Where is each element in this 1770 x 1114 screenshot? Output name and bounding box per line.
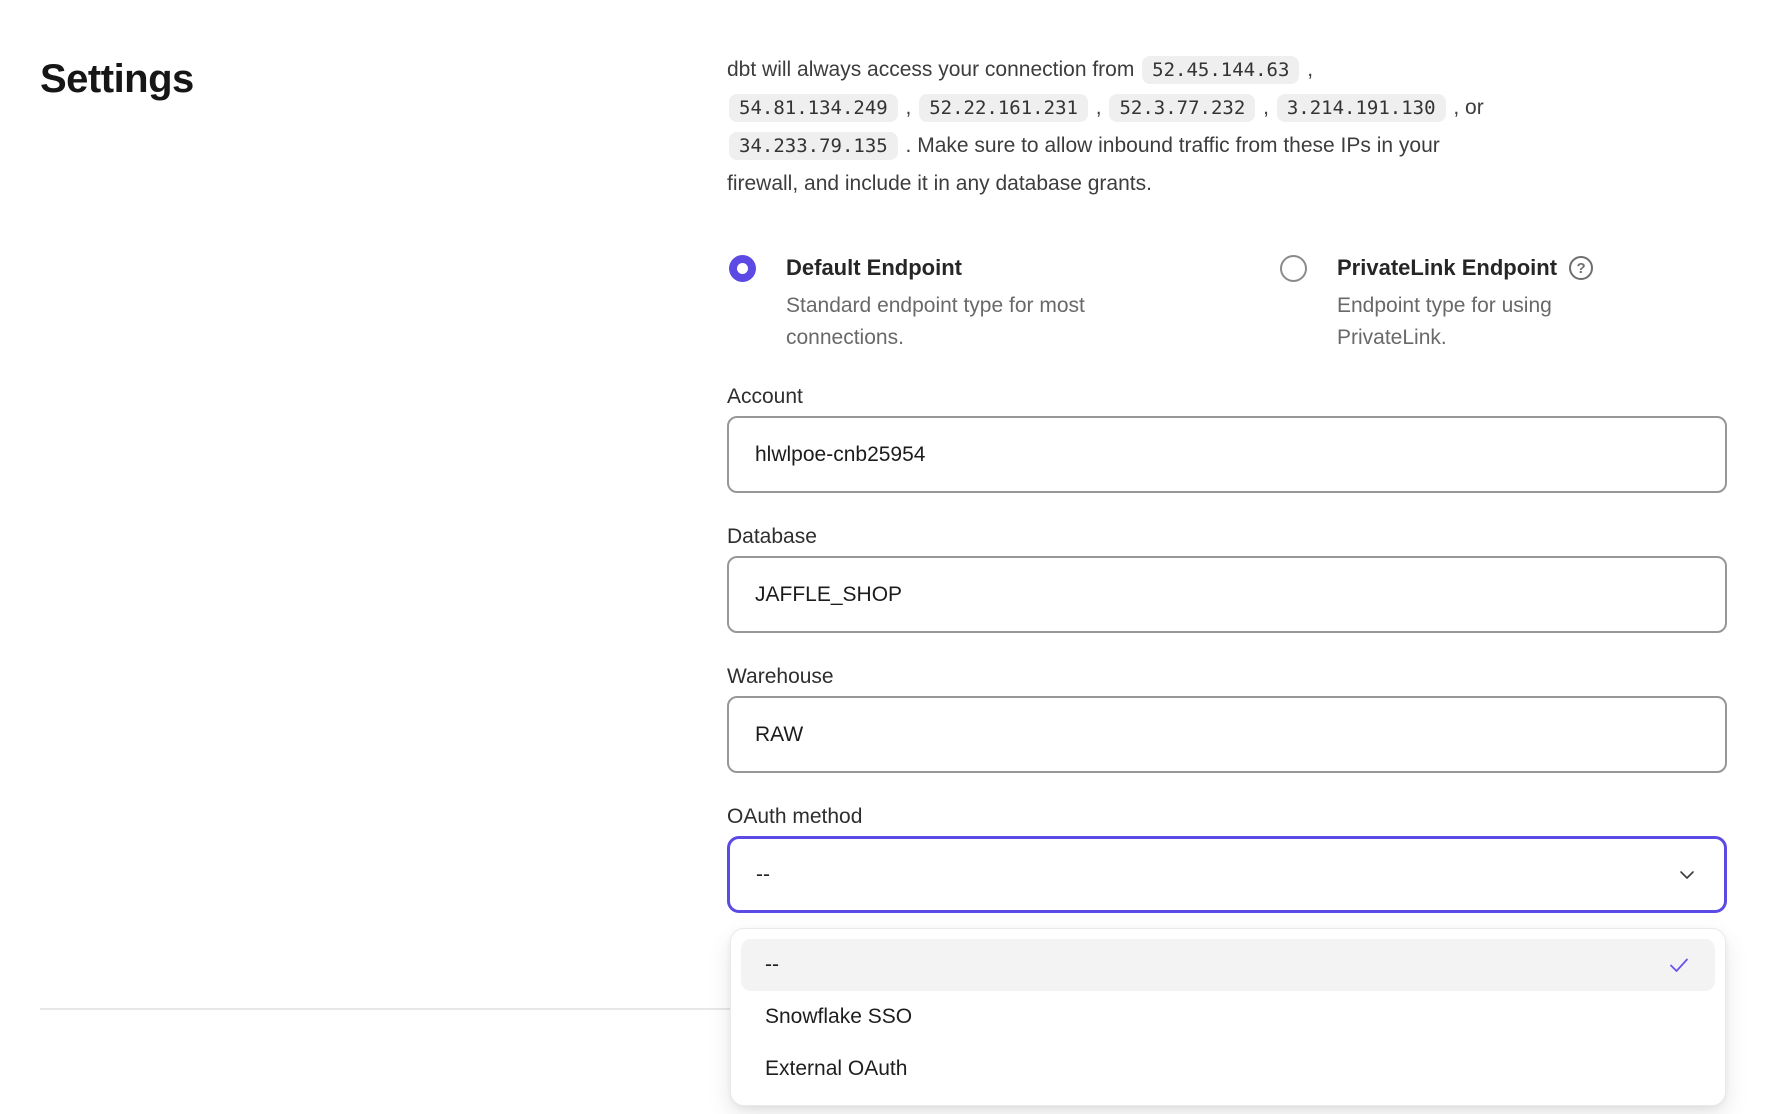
- dropdown-option[interactable]: Snowflake SSO: [741, 991, 1715, 1043]
- endpoint-option-label: Default Endpoint: [786, 254, 962, 282]
- warehouse-field-group: Warehouse: [727, 664, 1727, 773]
- dropdown-option-label: --: [765, 953, 779, 977]
- radio-button-icon[interactable]: [729, 255, 756, 282]
- warehouse-input[interactable]: [727, 696, 1727, 773]
- dropdown-option[interactable]: --: [741, 939, 1715, 991]
- database-input[interactable]: [727, 556, 1727, 633]
- notice-text: dbt will always access your connection f…: [727, 58, 1140, 81]
- warehouse-label: Warehouse: [727, 664, 1727, 690]
- radio-button-icon[interactable]: [1280, 255, 1307, 282]
- oauth-method-select[interactable]: --: [727, 836, 1727, 913]
- account-field-group: Account: [727, 384, 1727, 493]
- ip-chip: 52.3.77.232: [1109, 94, 1255, 122]
- chevron-down-icon: [1678, 867, 1696, 883]
- oauth-method-dropdown: -- Snowflake SSO External OAuth: [730, 928, 1726, 1106]
- dropdown-option-label: External OAuth: [765, 1057, 907, 1081]
- ip-chip: 52.45.144.63: [1142, 56, 1299, 84]
- help-icon[interactable]: ?: [1569, 256, 1593, 280]
- notice-text: ,: [1090, 96, 1108, 119]
- dropdown-option[interactable]: External OAuth: [741, 1043, 1715, 1095]
- dropdown-option-label: Snowflake SSO: [765, 1005, 912, 1029]
- endpoint-option-description: Standard endpoint type for most connecti…: [786, 290, 1136, 354]
- database-label: Database: [727, 524, 1727, 550]
- page-title: Settings: [40, 57, 194, 102]
- ip-chip: 34.233.79.135: [729, 132, 898, 160]
- oauth-method-label: OAuth method: [727, 804, 1727, 830]
- notice-text: . Make sure to allow inbound traffic fro…: [900, 134, 1440, 157]
- oauth-field-group: OAuth method --: [727, 804, 1727, 913]
- database-field-group: Database: [727, 524, 1727, 633]
- ip-chip: 52.22.161.231: [919, 94, 1088, 122]
- oauth-method-selected-value: --: [756, 863, 770, 887]
- connection-settings-form: Account Database Warehouse OAuth method …: [727, 384, 1727, 944]
- endpoint-option-description: Endpoint type for using PrivateLink.: [1337, 290, 1587, 354]
- account-label: Account: [727, 384, 1727, 410]
- notice-text: firewall, and include it in any database…: [727, 172, 1152, 195]
- endpoint-option-label: PrivateLink Endpoint: [1337, 254, 1557, 282]
- ip-chip: 3.214.191.130: [1277, 94, 1446, 122]
- notice-text: ,: [900, 96, 918, 119]
- endpoint-option-default[interactable]: Default Endpoint Standard endpoint type …: [729, 254, 1136, 354]
- check-icon: [1667, 953, 1691, 977]
- notice-text: , or: [1448, 96, 1484, 119]
- ip-chip: 54.81.134.249: [729, 94, 898, 122]
- endpoint-option-privatelink[interactable]: PrivateLink Endpoint ? Endpoint type for…: [1280, 254, 1593, 354]
- account-input[interactable]: [727, 416, 1727, 493]
- notice-text: ,: [1301, 58, 1313, 81]
- section-divider: [40, 1008, 732, 1010]
- ip-notice: dbt will always access your connection f…: [727, 51, 1737, 203]
- notice-text: ,: [1257, 96, 1275, 119]
